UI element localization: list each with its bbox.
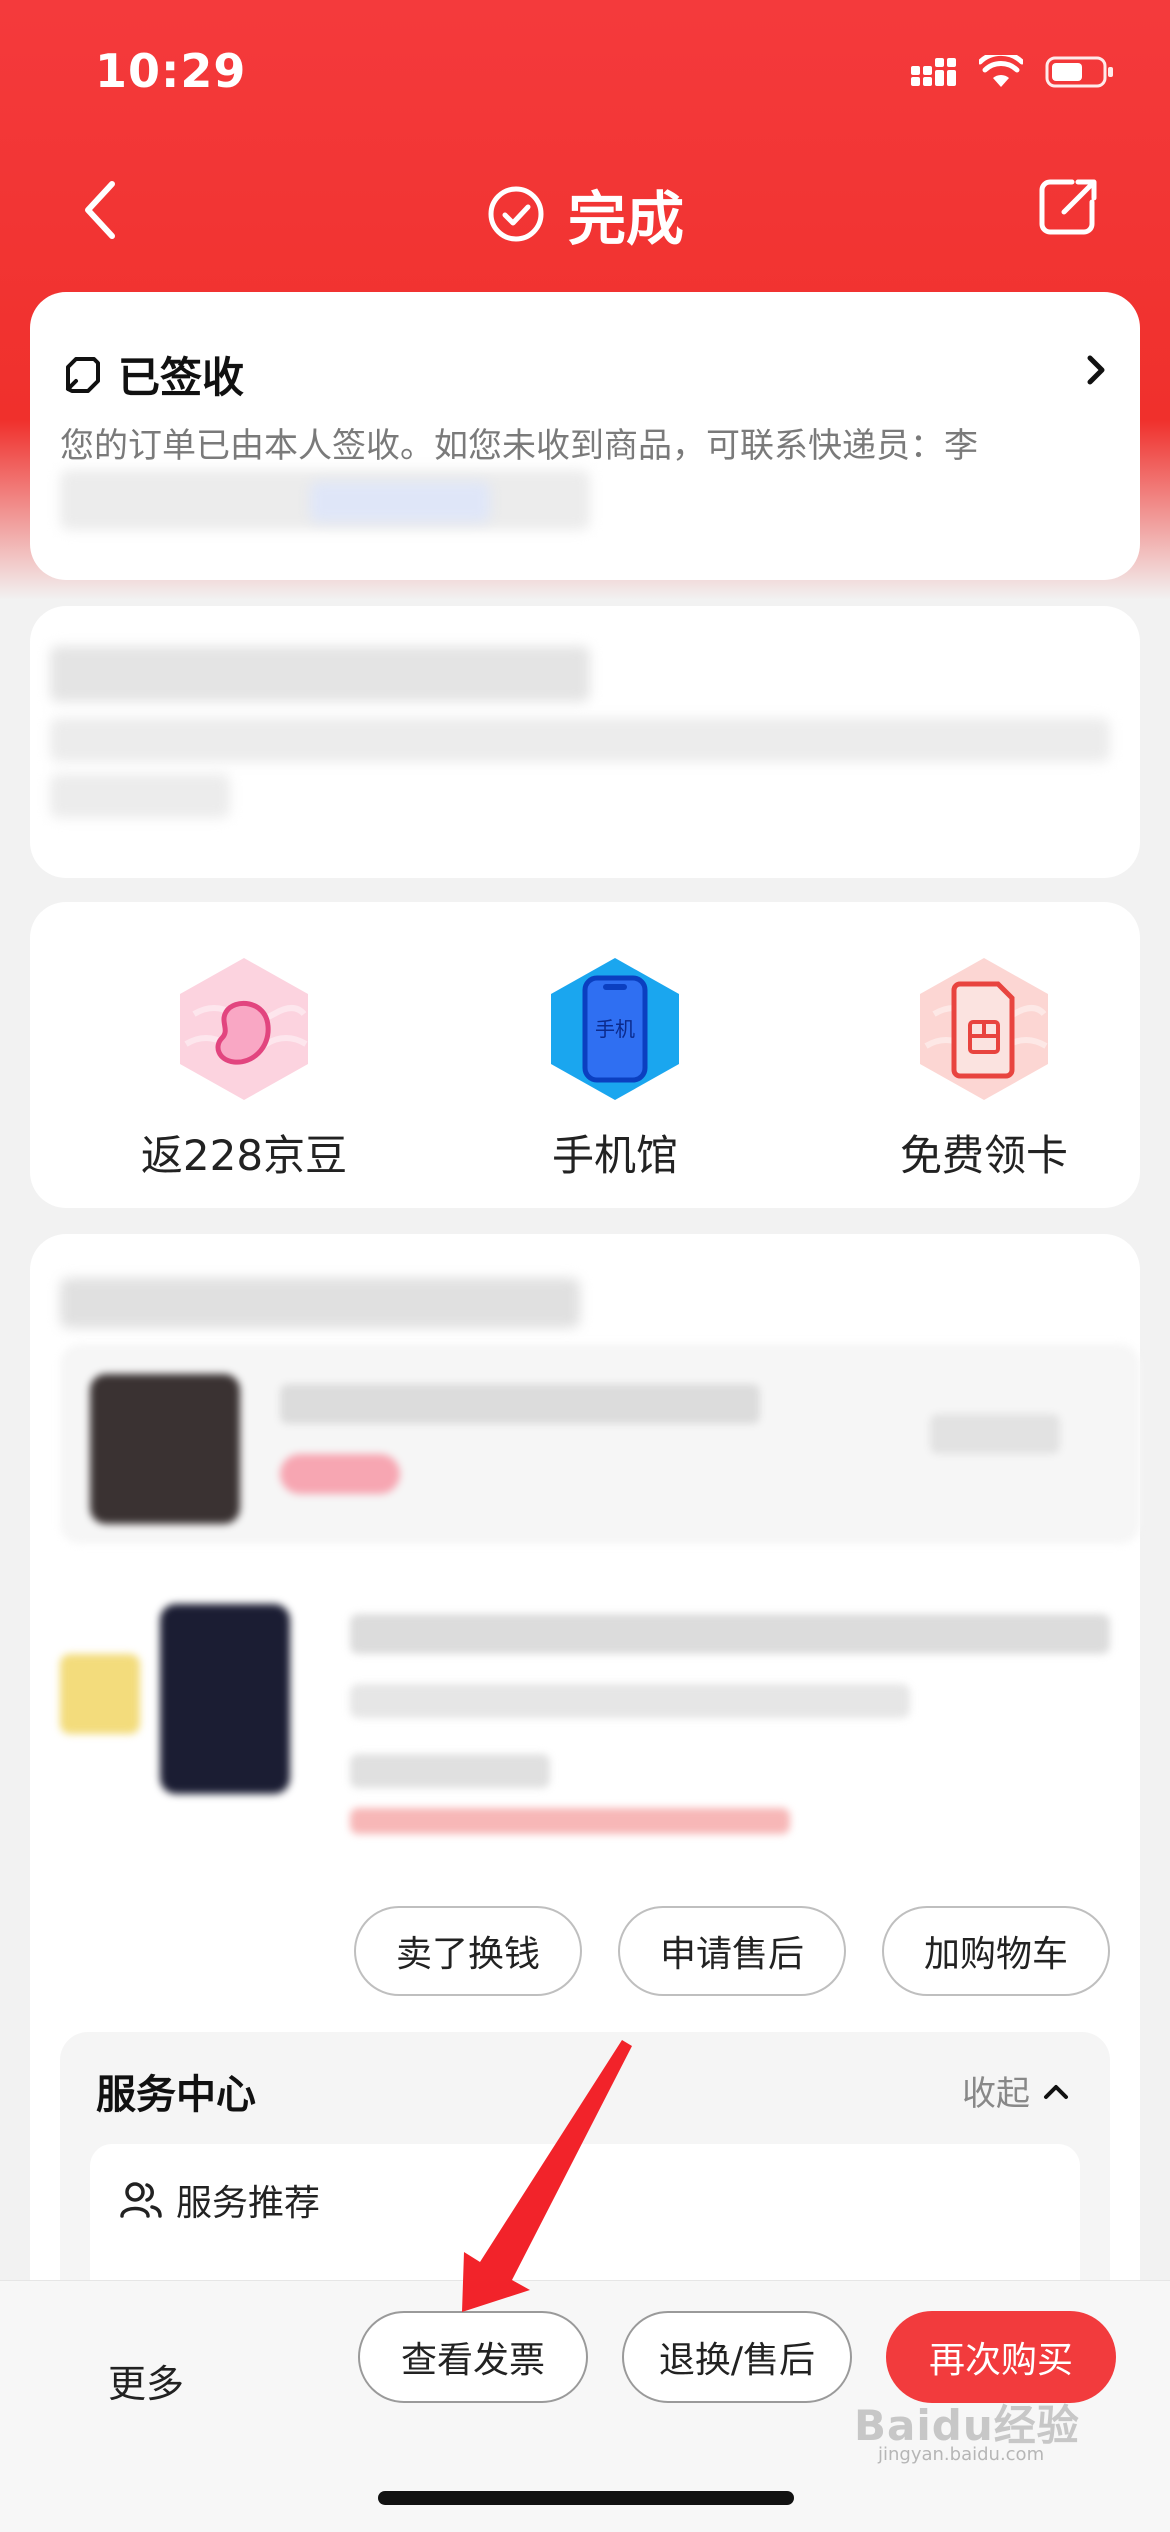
sim-card-icon xyxy=(920,958,1048,1100)
status-time: 10:29 xyxy=(95,44,247,98)
redacted-address-line-2 xyxy=(50,774,230,818)
redacted-recipient xyxy=(50,646,590,702)
add-to-cart-button[interactable]: 加购物车 xyxy=(882,1906,1110,1996)
users-icon xyxy=(120,2182,162,2218)
service-collapse-toggle[interactable]: 收起 xyxy=(962,2066,1070,2115)
redacted-product-price xyxy=(350,1754,550,1788)
wifi-icon xyxy=(979,55,1023,87)
quick-link-beans[interactable]: 返228京豆 xyxy=(94,954,394,1183)
phone-icon: 手机 xyxy=(551,958,679,1100)
nav-bar: 完成 xyxy=(0,150,1170,270)
redacted-product-title xyxy=(350,1614,1110,1654)
view-invoice-button[interactable]: 查看发票 xyxy=(358,2311,588,2403)
product-thumbnail xyxy=(160,1604,290,1794)
quick-link-label: 返228京豆 xyxy=(140,1131,348,1180)
redacted-product-note xyxy=(350,1808,790,1834)
product-badge xyxy=(60,1654,140,1734)
redacted-courier-phone xyxy=(310,482,490,522)
service-center-title: 服务中心 xyxy=(96,2072,256,2118)
redacted-shop-name xyxy=(60,1278,580,1328)
product-thumbnail xyxy=(90,1374,240,1524)
quick-link-label: 手机馆 xyxy=(551,1131,678,1180)
battery-icon xyxy=(1045,56,1113,88)
address-card[interactable] xyxy=(30,606,1140,878)
quick-link-label: 免费领卡 xyxy=(899,1131,1068,1180)
check-circle-icon xyxy=(488,186,544,242)
product-item[interactable] xyxy=(60,1344,1140,1544)
service-collapse-label: 收起 xyxy=(962,2074,1030,2114)
delivery-status-description: 您的订单已由本人签收。如您未收到商品，可联系快递员：李 xyxy=(60,426,978,466)
chevron-right-icon xyxy=(1087,355,1105,385)
quick-links-card: 返228京豆 手机 手机馆 免费领卡 xyxy=(30,902,1140,1208)
redacted-product-title xyxy=(280,1384,760,1424)
share-icon xyxy=(1039,179,1097,235)
redacted-address-line xyxy=(50,718,1110,762)
service-recommend-label: 服务推荐 xyxy=(176,2183,321,2224)
status-bar: 10:29 xyxy=(0,0,1170,150)
delivery-status-card[interactable]: 已签收 您的订单已由本人签收。如您未收到商品，可联系快递员：李 xyxy=(30,292,1140,580)
sell-for-cash-button[interactable]: 卖了换钱 xyxy=(354,1906,582,1996)
redacted-product-tag xyxy=(280,1454,400,1494)
status-icons xyxy=(909,55,1115,89)
delivery-status-title: 已签收 xyxy=(118,353,245,402)
return-after-sales-button[interactable]: 退换/售后 xyxy=(622,2311,852,2403)
product-item[interactable] xyxy=(60,1574,1140,1834)
baidu-watermark: Baidu经验 jingyan.baidu.com xyxy=(850,2372,1110,2465)
redacted-product-spec xyxy=(350,1684,910,1718)
share-button[interactable] xyxy=(1036,174,1102,240)
quick-link-phones[interactable]: 手机 手机馆 xyxy=(465,954,765,1183)
home-indicator[interactable] xyxy=(378,2491,794,2505)
bean-icon xyxy=(180,958,308,1100)
quick-link-free-card[interactable]: 免费领卡 xyxy=(834,954,1134,1183)
service-recommend-header: 服务推荐 xyxy=(120,2174,320,2226)
svg-text:手机: 手机 xyxy=(595,1017,635,1041)
watermark-sub: jingyan.baidu.com xyxy=(878,2444,1045,2465)
cellular-signal-icon xyxy=(911,58,956,86)
more-button[interactable]: 更多 xyxy=(108,2353,184,2408)
page-title: 完成 xyxy=(0,172,1170,256)
delivery-status-header: 已签收 xyxy=(60,344,244,405)
chevron-up-icon xyxy=(1044,2084,1068,2099)
apply-after-sales-button[interactable]: 申请售后 xyxy=(618,1906,846,1996)
signed-package-icon xyxy=(66,356,100,393)
page-title-text: 完成 xyxy=(567,185,684,253)
redacted-product-price xyxy=(930,1414,1060,1454)
